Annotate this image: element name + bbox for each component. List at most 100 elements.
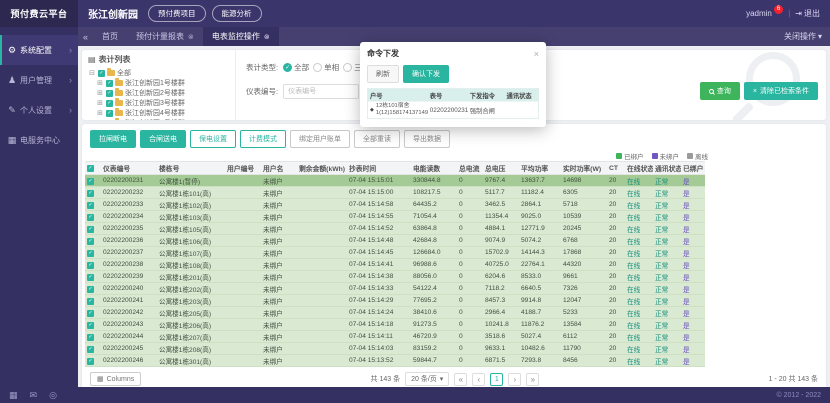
collapsed-icon[interactable]: ⊞ [96, 119, 104, 120]
checkbox-icon[interactable]: ✓ [87, 334, 94, 341]
sidebar-item-personal-settings[interactable]: ✎个人设置› [0, 95, 78, 125]
columns-button[interactable]: ▦ Columns [90, 372, 141, 386]
toolbar-button-3[interactable]: 计费模式 [240, 130, 286, 148]
toolbar-button-1[interactable]: 合闸送电 [140, 130, 186, 148]
table-cell: 在线 [625, 272, 653, 282]
expanded-icon[interactable]: ⊟ [88, 69, 96, 77]
table-row[interactable]: ✓02202200240公寓楼1栋202(高)未绑户07-04 15:14:33… [85, 283, 705, 295]
clear-filters-button[interactable]: × 清除已检索条件 [744, 82, 818, 100]
current-page[interactable]: 1 [490, 373, 503, 386]
checkbox-icon[interactable]: ✓ [87, 298, 94, 305]
checkbox-icon[interactable]: ✓ [106, 110, 113, 117]
meter-type-option-1[interactable]: 单相 [313, 62, 339, 73]
checkbox-icon[interactable]: ✓ [87, 322, 94, 329]
checkbox-icon[interactable]: ✓ [87, 346, 94, 353]
checkbox-icon[interactable]: ✓ [87, 190, 94, 197]
checkbox-icon[interactable]: ✓ [98, 70, 105, 77]
checkbox-icon[interactable]: ✓ [87, 262, 94, 269]
collapsed-icon[interactable]: ⊞ [96, 109, 104, 117]
checkbox-icon[interactable]: ✓ [87, 250, 94, 257]
collapsed-icon[interactable]: ⊞ [96, 99, 104, 107]
tab-0[interactable]: 首页 [93, 27, 127, 46]
checkbox-icon[interactable]: ✓ [87, 286, 94, 293]
meter-type-option-0[interactable]: ✓全部 [283, 62, 309, 73]
tab-1[interactable]: 预付计量报表⊗ [127, 27, 203, 46]
checkbox-icon[interactable]: ✓ [87, 226, 94, 233]
modal-column-header: 户号 [368, 90, 428, 101]
message-icon[interactable]: ✉ [30, 390, 38, 401]
table-row[interactable]: ✓02202200238公寓楼1栋108(高)未绑户07-04 15:14:41… [85, 259, 705, 271]
column-header: 已绑户 [681, 163, 705, 173]
header-pill-1[interactable]: 能源分析 [212, 5, 262, 22]
tree-item[interactable]: ⊞✓张江创新园5号楼群 [88, 118, 229, 120]
checkbox-icon[interactable]: ✓ [87, 202, 94, 209]
sidebar-item-user-management[interactable]: ♟用户管理› [0, 65, 78, 95]
table-row[interactable]: ✓02202200235公寓楼1栋105(高)未绑户07-04 15:14:52… [85, 223, 705, 235]
table-row[interactable]: ✓02202200234公寓楼1栋103(高)未绑户07-04 15:14:55… [85, 211, 705, 223]
grid-icon[interactable]: ▦ [9, 390, 18, 401]
logout-button[interactable]: ⇥ 退出 [795, 8, 820, 19]
meter-no-input[interactable] [283, 84, 359, 99]
tree-item[interactable]: ⊞✓张江创新园4号楼群 [88, 108, 229, 118]
table-row[interactable]: ✓02202200242公寓楼1栋205(高)未绑户07-04 15:14:24… [85, 307, 705, 319]
checkbox-icon[interactable]: ✓ [106, 90, 113, 97]
last-page-button[interactable]: » [526, 373, 539, 386]
checkbox-icon[interactable]: ✓ [87, 178, 94, 185]
tree-item[interactable]: ⊞✓张江创新园3号楼群 [88, 98, 229, 108]
toolbar-button-5[interactable]: 全部重读 [354, 130, 400, 148]
table-row[interactable]: ✓02202200233公寓楼1栋102(高)未绑户07-04 15:14:58… [85, 199, 705, 211]
table-row[interactable]: ✓02202200232公寓楼1栋101(高)未绑户07-04 15:15:00… [85, 187, 705, 199]
table-row[interactable]: ✓02202200244公寓楼1栋207(高)未绑户07-04 15:14:11… [85, 331, 705, 343]
table-cell: 是 [681, 248, 705, 258]
search-button[interactable]: 查询 [700, 82, 740, 100]
row-checkbox-cell: ✓ [85, 249, 101, 257]
confirm-send-button[interactable]: 确认下发 [403, 65, 449, 83]
next-page-button[interactable]: › [508, 373, 521, 386]
header-pill-0[interactable]: 预付费项目 [148, 5, 206, 22]
tab-2[interactable]: 电表监控操作⊗ [203, 27, 279, 46]
sidebar-item-service-center[interactable]: ▦电服务中心 [0, 125, 78, 155]
prev-page-button[interactable]: ‹ [472, 373, 485, 386]
tree-item[interactable]: ⊟✓全部 [88, 68, 229, 78]
tree-item[interactable]: ⊞✓张江创新园1号楼群 [88, 78, 229, 88]
toolbar-button-4[interactable]: 绑定用户账单 [290, 130, 350, 148]
toolbar-button-2[interactable]: 保电设置 [190, 130, 236, 148]
close-operations-menu[interactable]: 关闭操作 ▾ [784, 31, 822, 42]
collapse-sidebar-icon[interactable]: « [78, 32, 93, 42]
table-row[interactable]: ✓02202200239公寓楼1栋201(高)未绑户07-04 15:14:38… [85, 271, 705, 283]
checkbox-icon[interactable]: ✓ [106, 100, 113, 107]
refresh-button[interactable]: 刷新 [367, 65, 399, 83]
table-cell: 0 [457, 225, 483, 232]
collapsed-icon[interactable]: ⊞ [96, 89, 104, 97]
sidebar-item-system-config[interactable]: ⚙系统配置› [0, 35, 78, 65]
table-row[interactable]: ✓02202200246公寓楼1栋301(高)未绑户07-04 15:13:52… [85, 355, 705, 367]
table-cell: 5027.4 [519, 333, 561, 340]
table-row[interactable]: ✓02202200231公寓楼1(暂停)未绑户07-04 15:15:01330… [85, 175, 705, 187]
table-row[interactable]: ✓02202200237公寓楼1栋107(高)未绑户07-04 15:14:45… [85, 247, 705, 259]
table-row[interactable]: ✓02202200236公寓楼1栋106(高)未绑户07-04 15:14:48… [85, 235, 705, 247]
checkbox-icon[interactable]: ✓ [106, 120, 113, 121]
collapsed-icon[interactable]: ⊞ [96, 79, 104, 87]
page-size-select[interactable]: 20 条/页 ▾ [405, 372, 449, 386]
table-row[interactable]: ✓02202200245公寓楼1栋208(高)未绑户07-04 15:14:03… [85, 343, 705, 355]
table-row[interactable]: ✓02202200241公寓楼1栋203(高)未绑户07-04 15:14:29… [85, 295, 705, 307]
checkbox-icon[interactable]: ✓ [87, 214, 94, 221]
checkbox-icon[interactable]: ✓ [87, 358, 94, 365]
checkbox-icon[interactable]: ✓ [87, 238, 94, 245]
notification-badge[interactable]: 6 [774, 5, 783, 14]
first-page-button[interactable]: « [454, 373, 467, 386]
tree-item[interactable]: ⊞✓张江创新园2号楼群 [88, 88, 229, 98]
checkbox-icon[interactable]: ✓ [87, 274, 94, 281]
close-icon[interactable]: ⊗ [188, 33, 194, 41]
close-icon[interactable]: ⊗ [264, 33, 270, 41]
checkbox-icon[interactable]: ✓ [106, 80, 113, 87]
checkbox-icon[interactable]: ✓ [87, 165, 94, 172]
table-row[interactable]: ✓02202200243公寓楼1栋206(高)未绑户07-04 15:14:18… [85, 319, 705, 331]
toolbar-button-0[interactable]: 拉闸断电 [90, 130, 136, 148]
status-icon[interactable]: ◎ [49, 390, 57, 401]
close-icon[interactable]: × [534, 49, 539, 59]
toolbar-button-6[interactable]: 导出数据 [404, 130, 450, 148]
modal-table-row[interactable]: ◆ 12栋101宿舍 1(12)158174137149 02202200231… [368, 101, 538, 118]
username[interactable]: yadmin [746, 9, 772, 18]
checkbox-icon[interactable]: ✓ [87, 310, 94, 317]
